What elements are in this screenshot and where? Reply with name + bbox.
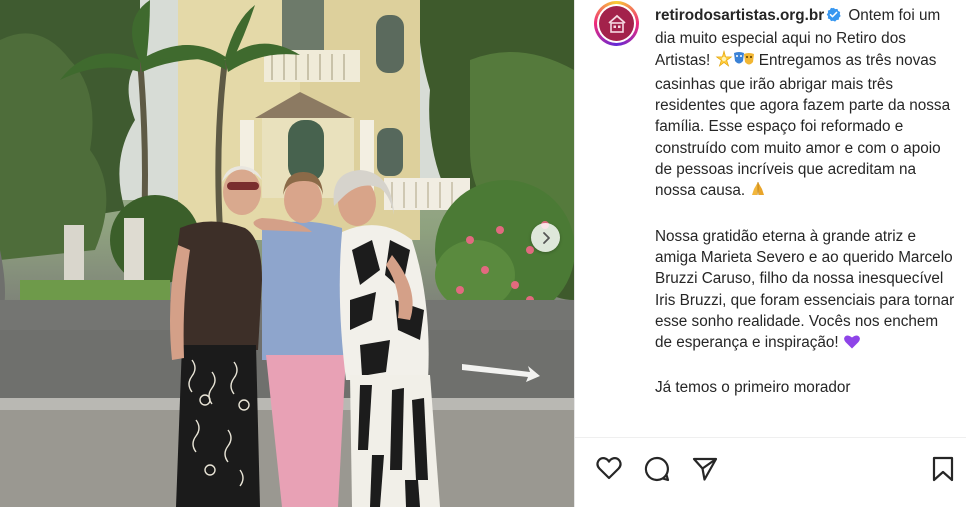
author-avatar[interactable] bbox=[594, 1, 639, 46]
share-button[interactable] bbox=[691, 455, 719, 488]
caption-text-d: Já temos o primeiro morador bbox=[655, 379, 851, 397]
avatar-image bbox=[599, 6, 634, 41]
post-side-panel: retirodosartistas.org.br Ontem foi um di… bbox=[574, 0, 966, 508]
caption-paragraph-1: retirodosartistas.org.br Ontem foi um di… bbox=[655, 5, 955, 205]
instagram-post: retirodosartistas.org.br Ontem foi um di… bbox=[0, 0, 966, 508]
comment-icon bbox=[644, 456, 670, 482]
comment-button[interactable] bbox=[643, 455, 671, 488]
chevron-right-icon bbox=[542, 231, 550, 244]
post-caption: retirodosartistas.org.br Ontem foi um di… bbox=[655, 5, 955, 420]
caption-paragraph-2: Nossa gratidão eterna à grande atriz e a… bbox=[655, 226, 955, 357]
praying-hands-emoji bbox=[749, 180, 767, 204]
caption-text-c: Nossa gratidão eterna à grande atriz e a… bbox=[655, 227, 955, 352]
sparkle-emoji bbox=[715, 49, 733, 74]
caption-text-b: Entregamos as três novas casinhas que ir… bbox=[655, 51, 951, 200]
purple-heart-emoji bbox=[843, 333, 861, 356]
verified-badge-icon bbox=[826, 7, 841, 28]
photo-scene bbox=[0, 0, 574, 507]
post-photo[interactable] bbox=[0, 0, 574, 507]
like-button[interactable] bbox=[595, 455, 623, 486]
bookmark-icon bbox=[932, 456, 954, 482]
post-action-bar bbox=[575, 437, 966, 508]
carousel-next-button[interactable] bbox=[531, 223, 560, 252]
caption-paragraph-3: Já temos o primeiro morador bbox=[655, 377, 955, 398]
theater-masks-emoji bbox=[733, 50, 755, 74]
author-username[interactable]: retirodosartistas.org.br bbox=[655, 7, 824, 24]
house-logo-icon bbox=[607, 14, 626, 33]
share-icon bbox=[692, 457, 718, 481]
heart-icon bbox=[596, 457, 622, 480]
avatar-ring bbox=[597, 4, 636, 43]
save-button[interactable] bbox=[931, 455, 955, 488]
